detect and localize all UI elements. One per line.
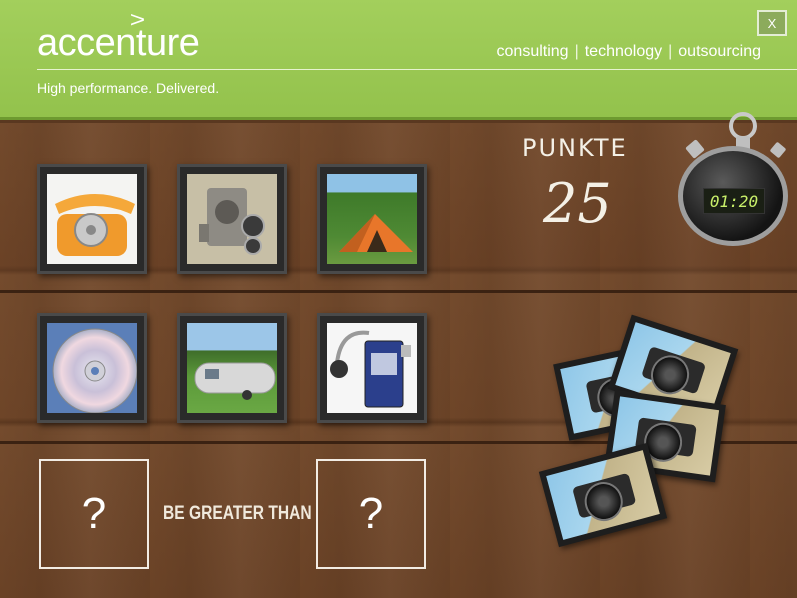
answer-slot-left[interactable]: ?	[39, 459, 149, 569]
stopwatch-icon: 01:20	[676, 112, 790, 247]
tile-film-camera[interactable]	[177, 164, 287, 274]
score-label: PUNKTE	[522, 134, 628, 162]
separator: |	[574, 43, 579, 60]
service-outsourcing: outsourcing	[678, 43, 761, 60]
compact-disc-icon	[47, 323, 137, 413]
close-button[interactable]: X	[757, 10, 787, 36]
stopwatch-face: 01:20	[678, 146, 788, 246]
separator: |	[668, 43, 673, 60]
header-bar: > accenture consulting | technology | ou…	[0, 0, 797, 120]
tile-telephone[interactable]	[37, 164, 147, 274]
film-camera-icon	[187, 174, 277, 264]
header-divider	[37, 69, 797, 70]
tile-tent[interactable]	[317, 164, 427, 274]
service-links: consulting | technology | outsourcing	[497, 43, 761, 61]
camper-trailer-icon	[187, 323, 277, 413]
tent-icon	[327, 174, 417, 264]
stopwatch-button	[769, 141, 787, 159]
plank-divider	[0, 290, 797, 293]
score-value: 25	[543, 172, 612, 235]
tile-cd[interactable]	[37, 313, 147, 423]
tile-walkman[interactable]	[317, 313, 427, 423]
service-consulting: consulting	[496, 43, 569, 60]
timer-display: 01:20	[703, 188, 765, 214]
tile-trailer[interactable]	[177, 313, 287, 423]
comparison-text: BE GREATER THAN	[163, 503, 312, 524]
tagline: High performance. Delivered.	[37, 80, 220, 96]
walkman-icon	[327, 323, 417, 413]
answer-slot-right[interactable]: ?	[316, 459, 426, 569]
rotary-telephone-icon	[47, 174, 137, 264]
brand-logo: accenture	[37, 22, 200, 64]
service-technology: technology	[584, 43, 663, 60]
